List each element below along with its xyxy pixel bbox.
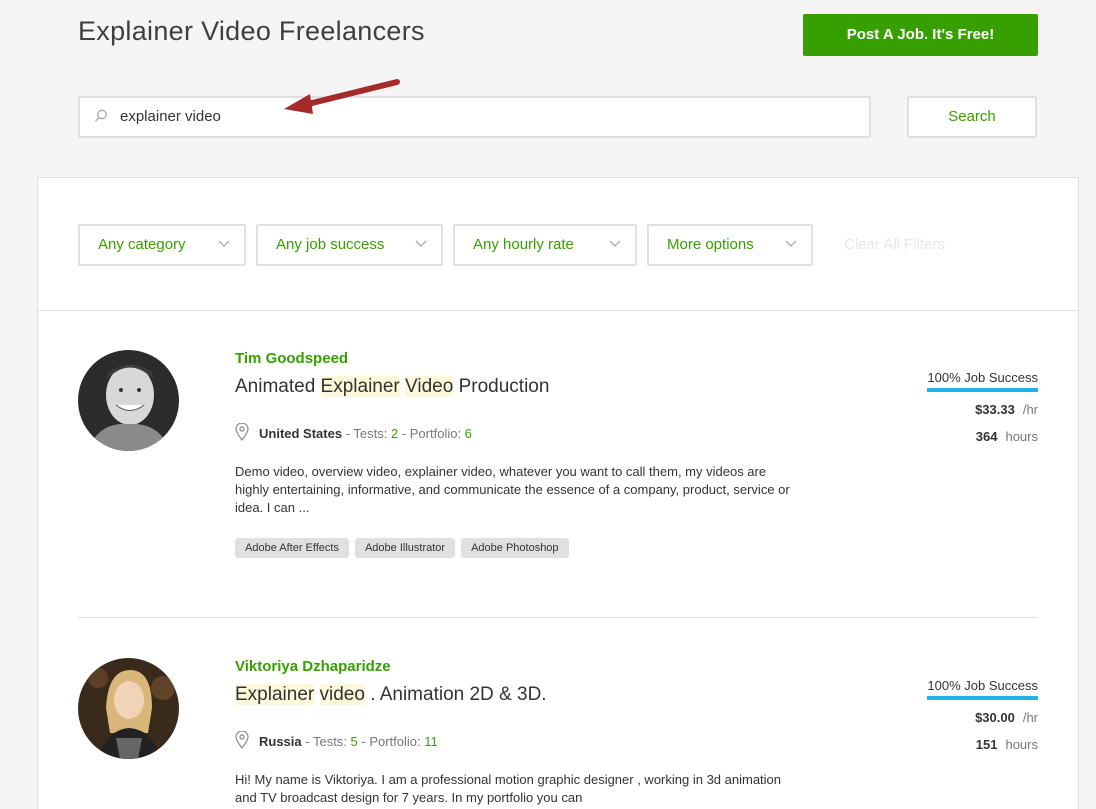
hourly-rate: $33.33/hr bbox=[908, 402, 1038, 417]
freelancer-card[interactable]: Tim Goodspeed Animated Explainer Video P… bbox=[78, 350, 1038, 580]
headline-text bbox=[314, 684, 319, 705]
freelancer-headline: Animated Explainer Video Production bbox=[235, 376, 549, 398]
freelancer-stats: 100% Job Success $33.33/hr 364 hours bbox=[908, 369, 1038, 444]
clear-filters-link[interactable]: Clear All Filters bbox=[844, 236, 945, 253]
freelancer-description: Demo video, overview video, explainer vi… bbox=[235, 464, 790, 515]
headline-text: Production bbox=[453, 376, 550, 397]
filter-job-success[interactable]: Any job success bbox=[256, 224, 443, 266]
country: Russia bbox=[259, 734, 302, 749]
location-pin-icon bbox=[235, 423, 249, 441]
portfolio-label: - Portfolio: bbox=[398, 426, 465, 441]
country: United States bbox=[259, 426, 343, 441]
filter-label: Any job success bbox=[276, 236, 385, 253]
search-input[interactable]: explainer video bbox=[78, 96, 871, 138]
search-highlight: Explainer bbox=[320, 376, 400, 397]
avatar[interactable] bbox=[78, 350, 179, 451]
results-panel: Any category Any job success Any hourly … bbox=[37, 177, 1079, 809]
chevron-down-icon bbox=[785, 240, 797, 247]
headline-text: Animated bbox=[235, 376, 321, 397]
filters-bar: Any category Any job success Any hourly … bbox=[38, 178, 1078, 311]
freelancer-headline: Explainer video . Animation 2D & 3D. bbox=[235, 684, 547, 706]
hours-unit: hours bbox=[1005, 429, 1038, 444]
location-row: Russia - Tests: 5 - Portfolio: 11 bbox=[235, 731, 438, 749]
hours-unit: hours bbox=[1005, 737, 1038, 752]
search-input-value: explainer video bbox=[120, 108, 221, 125]
search-button[interactable]: Search bbox=[907, 96, 1037, 138]
filter-hourly-rate[interactable]: Any hourly rate bbox=[453, 224, 637, 266]
portfolio-label: - Portfolio: bbox=[357, 734, 425, 749]
skill-tag[interactable]: Adobe Illustrator bbox=[354, 538, 456, 558]
location-pin-icon bbox=[235, 731, 249, 749]
hours-worked: 364 hours bbox=[908, 429, 1038, 444]
search-highlight: Video bbox=[405, 376, 454, 397]
avatar[interactable] bbox=[78, 658, 179, 759]
search-icon bbox=[95, 109, 107, 122]
hours-worked: 151 hours bbox=[908, 737, 1038, 752]
job-success-badge: 100% Job Success bbox=[927, 370, 1038, 392]
freelancer-name[interactable]: Tim Goodspeed bbox=[235, 350, 348, 367]
skills-list: Adobe After Effects Adobe Illustrator Adob… bbox=[235, 538, 575, 558]
headline-text: . Animation 2D & 3D. bbox=[364, 684, 547, 705]
annotation-arrow-icon bbox=[284, 79, 400, 114]
portfolio-count[interactable]: 11 bbox=[424, 734, 438, 749]
freelancer-stats: 100% Job Success $30.00/hr 151 hours bbox=[908, 677, 1038, 752]
tests-label: - Tests: bbox=[301, 734, 351, 749]
location-row: United States - Tests: 2 - Portfolio: 6 bbox=[235, 423, 472, 441]
rate-unit: /hr bbox=[1022, 402, 1038, 417]
rate-value: $33.33 bbox=[975, 402, 1015, 417]
portfolio-count[interactable]: 6 bbox=[465, 426, 472, 441]
freelancer-card[interactable]: Viktoriya Dzhaparidze Explainer video . … bbox=[78, 658, 1038, 809]
chevron-down-icon bbox=[218, 240, 230, 247]
post-job-button[interactable]: Post A Job. It's Free! bbox=[803, 14, 1038, 56]
filter-more-options[interactable]: More options bbox=[647, 224, 813, 266]
tests-count[interactable]: 5 bbox=[351, 734, 358, 749]
search-highlight: video bbox=[319, 684, 365, 705]
rate-unit: /hr bbox=[1022, 710, 1038, 725]
chevron-down-icon bbox=[415, 240, 427, 247]
hours-value: 151 bbox=[975, 737, 998, 752]
skill-tag[interactable]: Adobe Photoshop bbox=[461, 538, 569, 558]
divider bbox=[78, 617, 1038, 618]
rate-value: $30.00 bbox=[975, 710, 1015, 725]
search-highlight: Explainer bbox=[235, 684, 315, 705]
freelancer-description: Hi! My name is Viktoriya. I am a profess… bbox=[235, 772, 782, 805]
filter-label: Any category bbox=[98, 236, 186, 253]
skill-tag[interactable]: Adobe After Effects bbox=[235, 538, 349, 558]
hourly-rate: $30.00/hr bbox=[908, 710, 1038, 725]
filter-category[interactable]: Any category bbox=[78, 224, 246, 266]
tests-label: - Tests: bbox=[342, 426, 391, 441]
filter-label: More options bbox=[667, 236, 754, 253]
filter-label: Any hourly rate bbox=[473, 236, 574, 253]
page-title: Explainer Video Freelancers bbox=[78, 16, 425, 46]
hours-value: 364 bbox=[975, 429, 998, 444]
freelancer-name[interactable]: Viktoriya Dzhaparidze bbox=[235, 658, 391, 675]
job-success-badge: 100% Job Success bbox=[927, 678, 1038, 700]
chevron-down-icon bbox=[609, 240, 621, 247]
